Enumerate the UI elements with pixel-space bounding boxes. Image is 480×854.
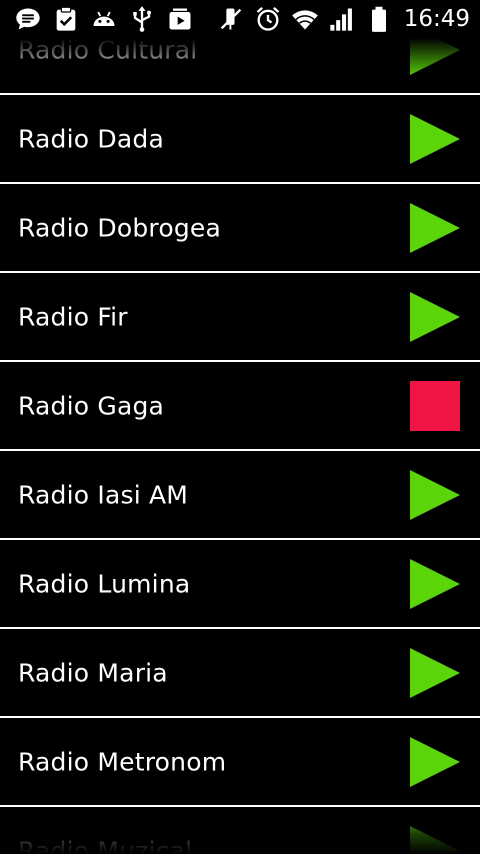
usb-icon (133, 6, 151, 32)
station-row[interactable]: Radio Iasi AM (0, 451, 480, 540)
station-name: Radio Fir (18, 302, 128, 331)
play-icon[interactable] (408, 468, 462, 522)
android-icon (93, 11, 115, 26)
station-row[interactable]: Radio Maria (0, 629, 480, 718)
station-row[interactable]: Radio Metronom (0, 718, 480, 807)
play-icon[interactable] (408, 557, 462, 611)
play-icon[interactable] (408, 201, 462, 255)
station-row[interactable]: Radio Dobrogea (0, 184, 480, 273)
station-name: Radio Iasi AM (18, 480, 189, 509)
alarm-icon (256, 7, 279, 31)
media-icon (169, 8, 191, 30)
station-row[interactable]: Radio Dada (0, 95, 480, 184)
station-name: Radio Lumina (18, 569, 191, 598)
station-row[interactable]: Radio Gaga (0, 362, 480, 451)
signal-icon (330, 8, 352, 31)
wifi-icon (291, 10, 318, 30)
station-list[interactable]: Radio Cultural Radio Dada Radio Dobrogea… (0, 0, 480, 854)
station-name: Radio Dobrogea (18, 213, 222, 242)
station-name: Radio Gaga (18, 391, 165, 420)
stop-icon[interactable] (408, 379, 462, 433)
play-icon[interactable] (408, 112, 462, 166)
battery-icon (371, 6, 386, 32)
station-name: Radio Maria (18, 658, 168, 687)
station-name: Radio Dada (18, 124, 164, 153)
play-icon[interactable] (408, 735, 462, 789)
station-row[interactable]: Radio Fir (0, 273, 480, 362)
mute-icon (220, 8, 241, 30)
station-row[interactable]: Radio Lumina (0, 540, 480, 629)
status-bar: 16:49 (0, 0, 480, 38)
clipboard-check-icon (56, 6, 76, 31)
message-icon (16, 8, 40, 30)
play-icon[interactable] (408, 646, 462, 700)
clock-time: 16:49 (403, 5, 470, 32)
station-name: Radio Cultural (18, 35, 198, 64)
play-icon[interactable] (408, 824, 462, 854)
play-icon[interactable] (408, 290, 462, 344)
station-row[interactable]: Radio Muzical (0, 807, 480, 854)
station-name: Radio Metronom (18, 747, 227, 776)
station-name: Radio Muzical (18, 836, 193, 854)
